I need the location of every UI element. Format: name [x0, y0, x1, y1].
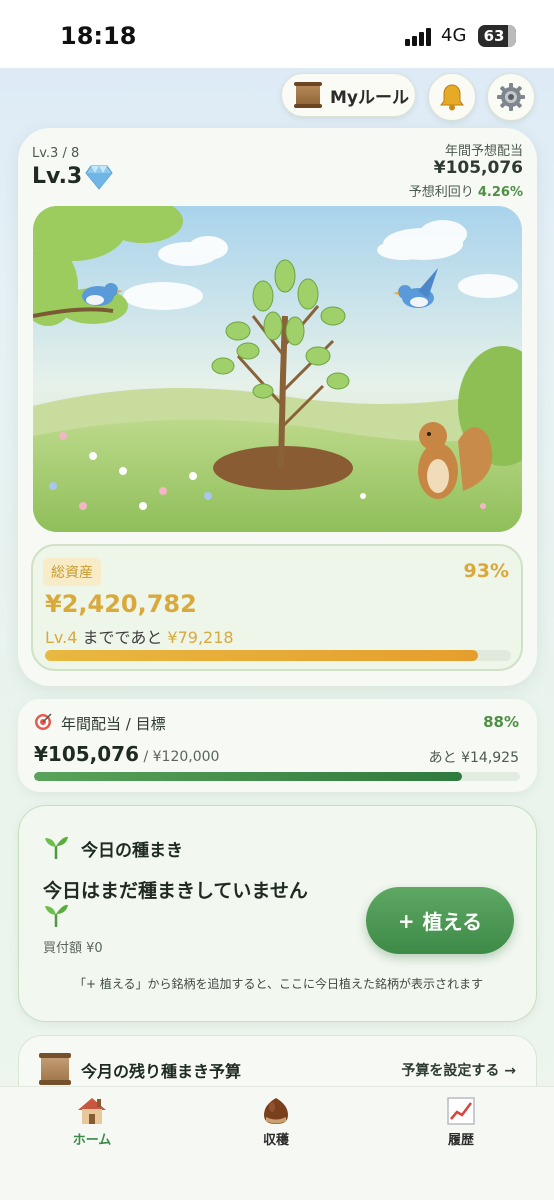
- gear-icon: [497, 83, 525, 111]
- my-rule-label: Myルール: [330, 87, 409, 108]
- tab-bar: ホーム 収穫 履歴: [0, 1086, 554, 1200]
- battery-icon: 63: [478, 25, 516, 47]
- annual-dividend-value: ¥105,076: [433, 158, 523, 178]
- chart-icon: [447, 1097, 475, 1125]
- annual-target-card[interactable]: 年間配当 / 目標 88% ¥105,076 / ¥120,000 あと ¥14…: [18, 699, 537, 792]
- total-assets-value: ¥2,420,782: [45, 590, 197, 618]
- annual-target-label: 年間配当 / 目標: [61, 715, 166, 733]
- yield-label: 予想利回り: [408, 185, 474, 200]
- annual-dividend-goal: / ¥120,000: [139, 749, 220, 765]
- my-rule-button[interactable]: Myルール: [281, 73, 416, 117]
- notification-button[interactable]: [428, 73, 476, 121]
- tree-illustration: [33, 206, 522, 532]
- diamond-icon: [85, 165, 113, 190]
- plant-button-label: 植える: [422, 910, 483, 934]
- annual-target-value: ¥105,076 / ¥120,000: [34, 742, 219, 766]
- yield-value: 4.26%: [477, 185, 523, 200]
- settings-button[interactable]: [487, 73, 535, 121]
- monthly-budget-title: 今月の残り種まき予算: [81, 1062, 242, 1081]
- battery-level: 63: [483, 27, 505, 45]
- tab-home[interactable]: ホーム: [32, 1095, 152, 1148]
- network-type: 4G: [441, 25, 467, 46]
- next-level-text: Lv.4 までであと ¥79,218: [45, 624, 234, 648]
- status-bar: 18:18 4G 63: [0, 0, 554, 68]
- total-assets-progress-bar: [45, 650, 511, 661]
- target-icon: [35, 713, 52, 730]
- bell-icon: [440, 84, 464, 111]
- set-budget-link[interactable]: 予算を設定する →: [401, 1060, 516, 1080]
- annual-dividend-current: ¥105,076: [34, 742, 140, 766]
- annual-target-progress-bar: [34, 772, 520, 781]
- next-level-connector: までであと: [77, 628, 168, 647]
- scroll-icon: [294, 82, 322, 108]
- annual-target-percent: 88%: [483, 713, 519, 731]
- today-sowing-title: 今日の種まき: [81, 841, 183, 861]
- status-time: 18:18: [60, 22, 137, 50]
- tab-history-label: 履歴: [447, 1133, 474, 1148]
- total-assets-progress-fill: [45, 650, 479, 661]
- next-level-amount: ¥79,218: [167, 628, 234, 647]
- scroll-icon: [39, 1053, 71, 1085]
- annual-dividend-label: 年間予想配当: [444, 144, 523, 159]
- signal-icon: [405, 28, 435, 46]
- tab-harvest[interactable]: 収穫: [216, 1095, 336, 1148]
- annual-target-remaining: あと ¥14,925: [428, 750, 519, 766]
- tab-home-label: ホーム: [72, 1133, 112, 1148]
- sprout-icon: [45, 836, 68, 859]
- level-card: Lv.3 / 8 Lv.3 年間予想配当 ¥105,076 予想利回り 4.26…: [18, 128, 537, 686]
- today-sowing-card: 今日の種まき 今日はまだ種まきしていません 買付額 ¥0 + 植える 「+ 植え…: [18, 805, 537, 1022]
- tab-history[interactable]: 履歴: [401, 1095, 521, 1148]
- sprout-icon: [45, 904, 68, 927]
- total-assets-panel: 総資産 93% ¥2,420,782 Lv.4 までであと ¥79,218: [31, 544, 523, 671]
- tab-harvest-label: 収穫: [262, 1133, 289, 1148]
- plant-button[interactable]: + 植える: [366, 887, 514, 954]
- sowing-hint: 「+ 植える」から銘柄を追加すると、ここに今日植えた銘柄が表示されます: [73, 977, 484, 991]
- next-level-name: Lv.4: [45, 628, 78, 647]
- purchase-amount: 買付額 ¥0: [43, 941, 103, 956]
- chestnut-icon: [264, 1098, 288, 1124]
- expected-yield: 予想利回り 4.26%: [409, 181, 523, 200]
- annual-target-progress-fill: [34, 772, 462, 781]
- total-assets-badge: 総資産: [43, 558, 101, 586]
- total-assets-percent: 93%: [463, 560, 509, 582]
- house-icon: [78, 1098, 106, 1124]
- today-sowing-message: 今日はまだ種まきしていません: [43, 880, 308, 902]
- plus-icon: +: [397, 908, 415, 933]
- level-title: Lv.3: [32, 164, 83, 189]
- level-progress: Lv.3 / 8: [32, 146, 80, 161]
